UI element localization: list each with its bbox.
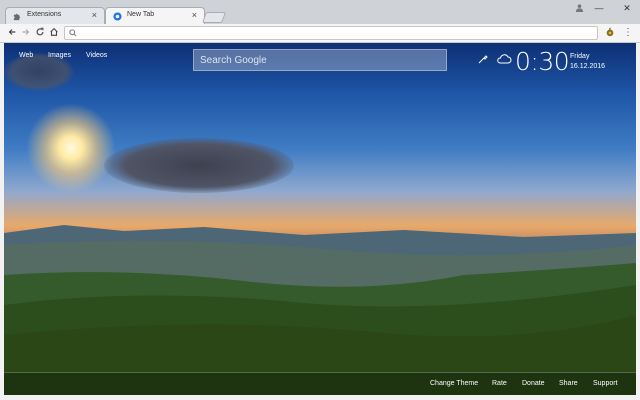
footer-link-rate[interactable]: Rate [492,380,507,387]
footer-link-donate[interactable]: Donate [522,380,545,387]
address-bar[interactable] [64,26,598,40]
extension-icon[interactable] [604,27,616,39]
tab-strip: Extensions × New Tab × — ✕ [0,0,640,24]
reload-button[interactable] [34,27,46,39]
footer-link-support[interactable]: Support [593,380,618,387]
new-tab-favicon-icon [113,12,122,21]
profile-icon[interactable] [570,0,588,16]
chrome-menu-button[interactable]: ⋮ [622,27,634,39]
tab-close-icon[interactable]: × [192,10,197,20]
new-tab-page: Web Images Videos 0:30 Friday 16.12.2016… [4,43,636,395]
close-window-button[interactable]: ✕ [618,0,636,16]
minimize-button[interactable]: — [590,0,608,16]
nav-link-web[interactable]: Web [19,52,33,59]
home-button[interactable] [48,27,60,39]
search-box[interactable] [193,49,447,71]
tab-title: Extensions [27,11,62,18]
cloud-weather-icon[interactable] [496,53,512,65]
clock-day: Friday [570,53,590,60]
tab-extensions[interactable]: Extensions × [5,7,105,24]
cloud-background [104,138,294,193]
browser-window: Extensions × New Tab × — ✕ ⋮ Web Images … [0,0,640,400]
brush-icon[interactable] [477,53,489,65]
search-icon [69,29,77,37]
tab-title: New Tab [127,11,155,18]
sun-background [26,103,116,193]
footer-link-change-theme[interactable]: Change Theme [430,380,478,387]
nav-link-images[interactable]: Images [48,52,71,59]
puzzle-icon [13,13,21,21]
footer-link-share[interactable]: Share [559,380,578,387]
address-input[interactable] [81,27,581,39]
back-button[interactable] [6,27,18,39]
search-input[interactable] [200,54,440,67]
new-tab-button[interactable] [201,12,227,23]
footer-bar: Change Theme Rate Donate Share Support [4,372,636,395]
tab-close-icon[interactable]: × [92,10,97,20]
clock-date: 16.12.2016 [570,63,606,70]
clock-time: 0:30 [515,47,570,76]
nav-link-videos[interactable]: Videos [86,52,107,59]
browser-toolbar: ⋮ [0,24,640,43]
landscape-background [4,225,636,395]
tab-new-tab[interactable]: New Tab × [105,7,205,24]
forward-button[interactable] [20,27,32,39]
